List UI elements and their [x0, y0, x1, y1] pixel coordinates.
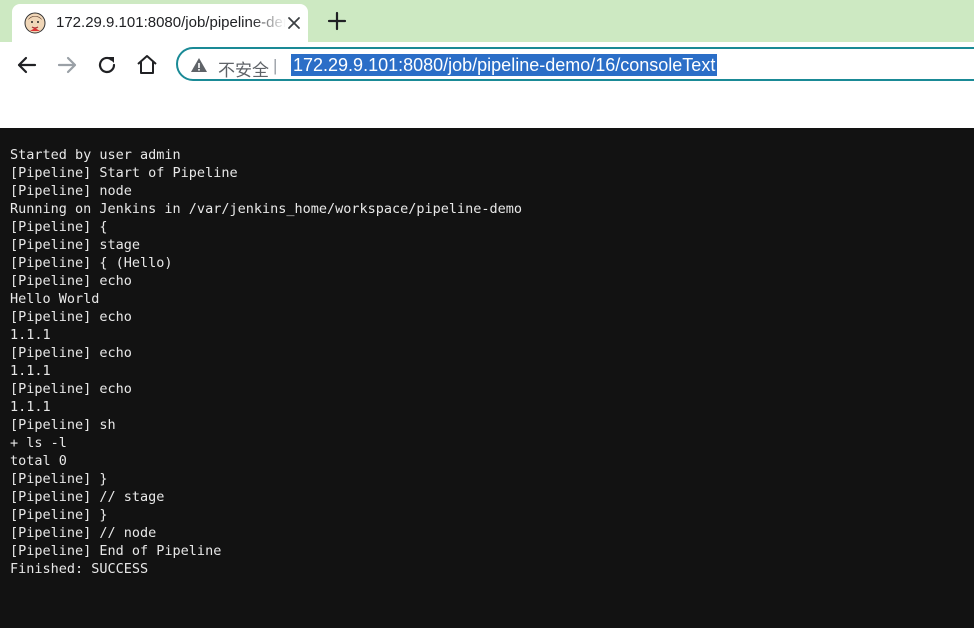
home-icon[interactable]: [134, 52, 160, 78]
console-line: total 0: [10, 453, 67, 469]
back-arrow-icon[interactable]: [14, 52, 40, 78]
console-line: [Pipeline] // node: [10, 525, 157, 541]
console-line: 1.1.1: [10, 399, 51, 415]
console-line: Finished: SUCCESS: [10, 561, 149, 577]
console-line: Running on Jenkins in /var/jenkins_home/…: [10, 201, 523, 217]
reload-icon[interactable]: [94, 52, 120, 78]
console-text: Started by user admin [Pipeline] Start o…: [10, 146, 522, 578]
close-icon[interactable]: [284, 13, 304, 33]
console-line: [Pipeline] {: [10, 219, 108, 235]
tab-title: 172.29.9.101:8080/job/pipeline-demo/16/c…: [56, 14, 286, 31]
tab-strip: 172.29.9.101:8080/job/pipeline-demo/16/c…: [0, 0, 974, 42]
plus-icon[interactable]: [326, 10, 348, 32]
console-line: [Pipeline] { (Hello): [10, 255, 173, 271]
console-line: [Pipeline] stage: [10, 237, 141, 253]
console-line: [Pipeline] Start of Pipeline: [10, 165, 238, 181]
console-line: [Pipeline] node: [10, 183, 132, 199]
address-bar[interactable]: 不安全 | 172.29.9.101:8080/job/pipeline-dem…: [176, 47, 974, 81]
console-line: [Pipeline] // stage: [10, 489, 165, 505]
console-line: Hello World: [10, 291, 100, 307]
console-line: 1.1.1: [10, 327, 51, 343]
console-line: [Pipeline] }: [10, 507, 108, 523]
forward-arrow-icon[interactable]: [54, 52, 80, 78]
console-line: [Pipeline] sh: [10, 417, 116, 433]
console-line: [Pipeline] End of Pipeline: [10, 543, 222, 559]
browser-tab[interactable]: 172.29.9.101:8080/job/pipeline-demo/16/c…: [12, 4, 308, 42]
console-line: [Pipeline] echo: [10, 273, 132, 289]
jenkins-butler-icon: [24, 12, 46, 34]
warning-triangle-icon[interactable]: [190, 56, 208, 74]
console-line: [Pipeline] echo: [10, 309, 132, 325]
console-line: Started by user admin: [10, 147, 181, 163]
console-line: [Pipeline] echo: [10, 345, 132, 361]
console-line: [Pipeline] }: [10, 471, 108, 487]
browser-chrome: 172.29.9.101:8080/job/pipeline-demo/16/c…: [0, 0, 974, 128]
console-line: 1.1.1: [10, 363, 51, 379]
omnibox-divider: |: [273, 56, 278, 75]
url-text[interactable]: 172.29.9.101:8080/job/pipeline-demo/16/c…: [291, 54, 718, 76]
console-line: [Pipeline] echo: [10, 381, 132, 397]
console-line: + ls -l: [10, 435, 67, 451]
security-label[interactable]: 不安全: [218, 56, 269, 81]
console-output: Started by user admin [Pipeline] Start o…: [0, 128, 974, 628]
